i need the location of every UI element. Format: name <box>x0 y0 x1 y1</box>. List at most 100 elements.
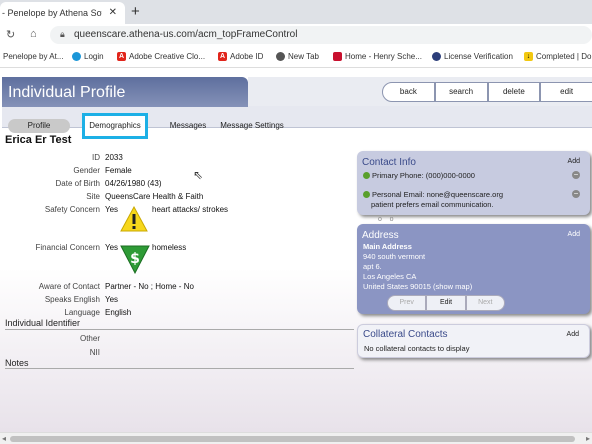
identifier-section-title: Individual Identifier <box>5 318 81 328</box>
collateral-contacts-card: Collateral Contacts Add No collateral co… <box>357 324 590 358</box>
site-label: Site <box>86 192 100 201</box>
notes-section-title: Notes <box>5 358 29 368</box>
person-name: Erica Er Test <box>5 134 72 146</box>
back-button[interactable]: back <box>382 82 435 102</box>
other-label: Other <box>79 334 100 343</box>
home-icon[interactable]: ⌂ <box>30 28 37 40</box>
remove-icon[interactable]: − <box>572 171 580 179</box>
personal-email-text: Personal Email: none@queenscare.org <box>372 190 504 199</box>
divider <box>5 368 354 369</box>
primary-phone-text: Primary Phone: (000)000-0000 <box>372 171 475 180</box>
tab-demographics[interactable]: Demographics <box>82 113 148 139</box>
tab-message-settings[interactable]: Message Settings <box>220 119 284 133</box>
language-value: English <box>105 308 132 317</box>
address-nav-buttons: Prev Edit Next <box>387 295 505 311</box>
globe-icon <box>276 52 285 61</box>
browser-tabstrip: - Penelope by Athena Softwa ✕ + <box>0 0 592 24</box>
edit-address-button[interactable]: Edit <box>426 295 466 311</box>
tab-profile[interactable]: Profile <box>8 119 70 133</box>
resize-handle-icon[interactable]: o o <box>378 216 394 223</box>
search-button[interactable]: search <box>434 82 488 102</box>
bookmark-new-tab[interactable]: New Tab <box>276 52 319 61</box>
safety-concern-note: heart attacks/ strokes <box>152 205 229 214</box>
scrollbar-thumb[interactable] <box>10 436 575 442</box>
bookmark-label: New Tab <box>288 52 319 61</box>
personal-email[interactable]: Personal Email: none@queenscare.org <box>363 190 503 199</box>
dob-value: 04/26/1980 (43) <box>105 179 162 188</box>
url-text: queenscare.athena-us.com/acm_topFrameCon… <box>74 29 298 40</box>
speaks-english-value: Yes <box>105 295 119 304</box>
bookmarks-bar: Penelope by At... Login A Adobe Creative … <box>0 46 592 68</box>
id-value: 2033 <box>105 153 123 162</box>
address-city: Los Angeles CA <box>363 272 417 281</box>
safety-concern-value: Yes <box>105 205 119 214</box>
svg-text:$: $ <box>130 251 140 267</box>
collateral-add-link[interactable]: Add <box>567 331 579 338</box>
scroll-right-icon[interactable]: ▸ <box>586 434 590 443</box>
bookmark-label: License Verification <box>444 52 513 61</box>
adobe-icon: A <box>117 52 126 61</box>
bookmark-adobe-creative[interactable]: A Adobe Creative Clo... <box>117 52 205 61</box>
financial-concern-value: Yes <box>105 243 119 252</box>
status-dot-icon <box>363 172 370 179</box>
next-button[interactable]: Next <box>465 295 505 311</box>
remove-icon[interactable]: − <box>572 190 580 198</box>
browser-tab[interactable]: - Penelope by Athena Softwa ✕ <box>0 2 125 24</box>
bookmark-login[interactable]: Login <box>72 52 104 61</box>
henry-schein-icon <box>333 52 342 61</box>
bookmark-henry-schein[interactable]: Home - Henry Sche... <box>333 52 422 61</box>
action-buttons: back search delete edit <box>382 82 592 102</box>
email-note: patient prefers email communication. <box>371 200 494 209</box>
bookmark-label: Adobe Creative Clo... <box>129 52 206 61</box>
mouse-cursor-icon: ⇖ <box>193 168 204 182</box>
bookmark-license[interactable]: License Verification <box>432 52 513 61</box>
bookmark-penelope[interactable]: Penelope by At... <box>3 52 64 61</box>
address-add-link[interactable]: Add <box>568 231 580 238</box>
edit-button[interactable]: edit <box>540 82 592 102</box>
site-value: QueensCare Health & Faith <box>105 192 204 201</box>
close-icon[interactable]: ✕ <box>109 7 117 18</box>
address-bar: ↻ ⌂ 🔒︎ queenscare.athena-us.com/acm_topF… <box>0 24 592 46</box>
bookmark-label: Completed | Do <box>536 52 592 61</box>
language-label: Language <box>64 308 100 317</box>
contact-add-link[interactable]: Add <box>568 158 580 165</box>
address-title: Address <box>362 230 399 241</box>
divider <box>5 329 354 330</box>
bookmark-completed[interactable]: ↓ Completed | Do <box>524 52 591 61</box>
financial-concern-label: Financial Concern <box>35 243 100 252</box>
aware-contact-value: Partner - No ; Home - No <box>105 282 194 291</box>
app-frame: Individual Profile back search delete ed… <box>0 68 592 432</box>
lock-icon: 🔒︎ <box>60 29 65 39</box>
id-label: ID <box>92 153 100 162</box>
address-line1: 940 south vermont <box>363 252 426 261</box>
new-tab-icon[interactable]: + <box>131 3 140 20</box>
download-icon: ↓ <box>524 52 533 61</box>
page-header: Individual Profile <box>2 77 248 107</box>
nii-label: NII <box>89 348 100 357</box>
delete-button[interactable]: delete <box>487 82 541 102</box>
gender-label: Gender <box>73 166 100 175</box>
url-input[interactable]: 🔒︎ queenscare.athena-us.com/acm_topFrame… <box>50 26 592 44</box>
aware-contact-label: Aware of Contact <box>38 282 100 291</box>
financial-concern-note: homeless <box>152 243 187 252</box>
address-country[interactable]: United States 90015 (show map) <box>363 282 472 291</box>
bookmark-label: Home - Henry Sche... <box>345 52 422 61</box>
collateral-title: Collateral Contacts <box>363 329 448 340</box>
speaks-english-label: Speaks English <box>44 295 100 304</box>
status-dot-icon <box>363 191 370 198</box>
safety-concern-label: Safety Concern <box>44 205 100 214</box>
contact-info-card: Contact Info Add Primary Phone: (000)000… <box>357 151 590 215</box>
bookmark-adobe-id[interactable]: A Adobe ID <box>218 52 263 61</box>
gender-value: Female <box>105 166 132 175</box>
bookmark-label: Login <box>84 52 104 61</box>
primary-phone[interactable]: Primary Phone: (000)000-0000 <box>363 171 475 180</box>
address-label: Main Address <box>363 242 412 251</box>
horizontal-scrollbar[interactable]: ◂ ▸ <box>0 432 592 444</box>
prev-button[interactable]: Prev <box>387 295 427 311</box>
adobe-icon: A <box>218 52 227 61</box>
bookmark-label: Adobe ID <box>230 52 264 61</box>
address-line2: apt 6. <box>363 262 382 271</box>
tab-messages[interactable]: Messages <box>168 119 208 133</box>
reload-icon[interactable]: ↻ <box>6 28 15 41</box>
scroll-left-icon[interactable]: ◂ <box>2 434 6 443</box>
